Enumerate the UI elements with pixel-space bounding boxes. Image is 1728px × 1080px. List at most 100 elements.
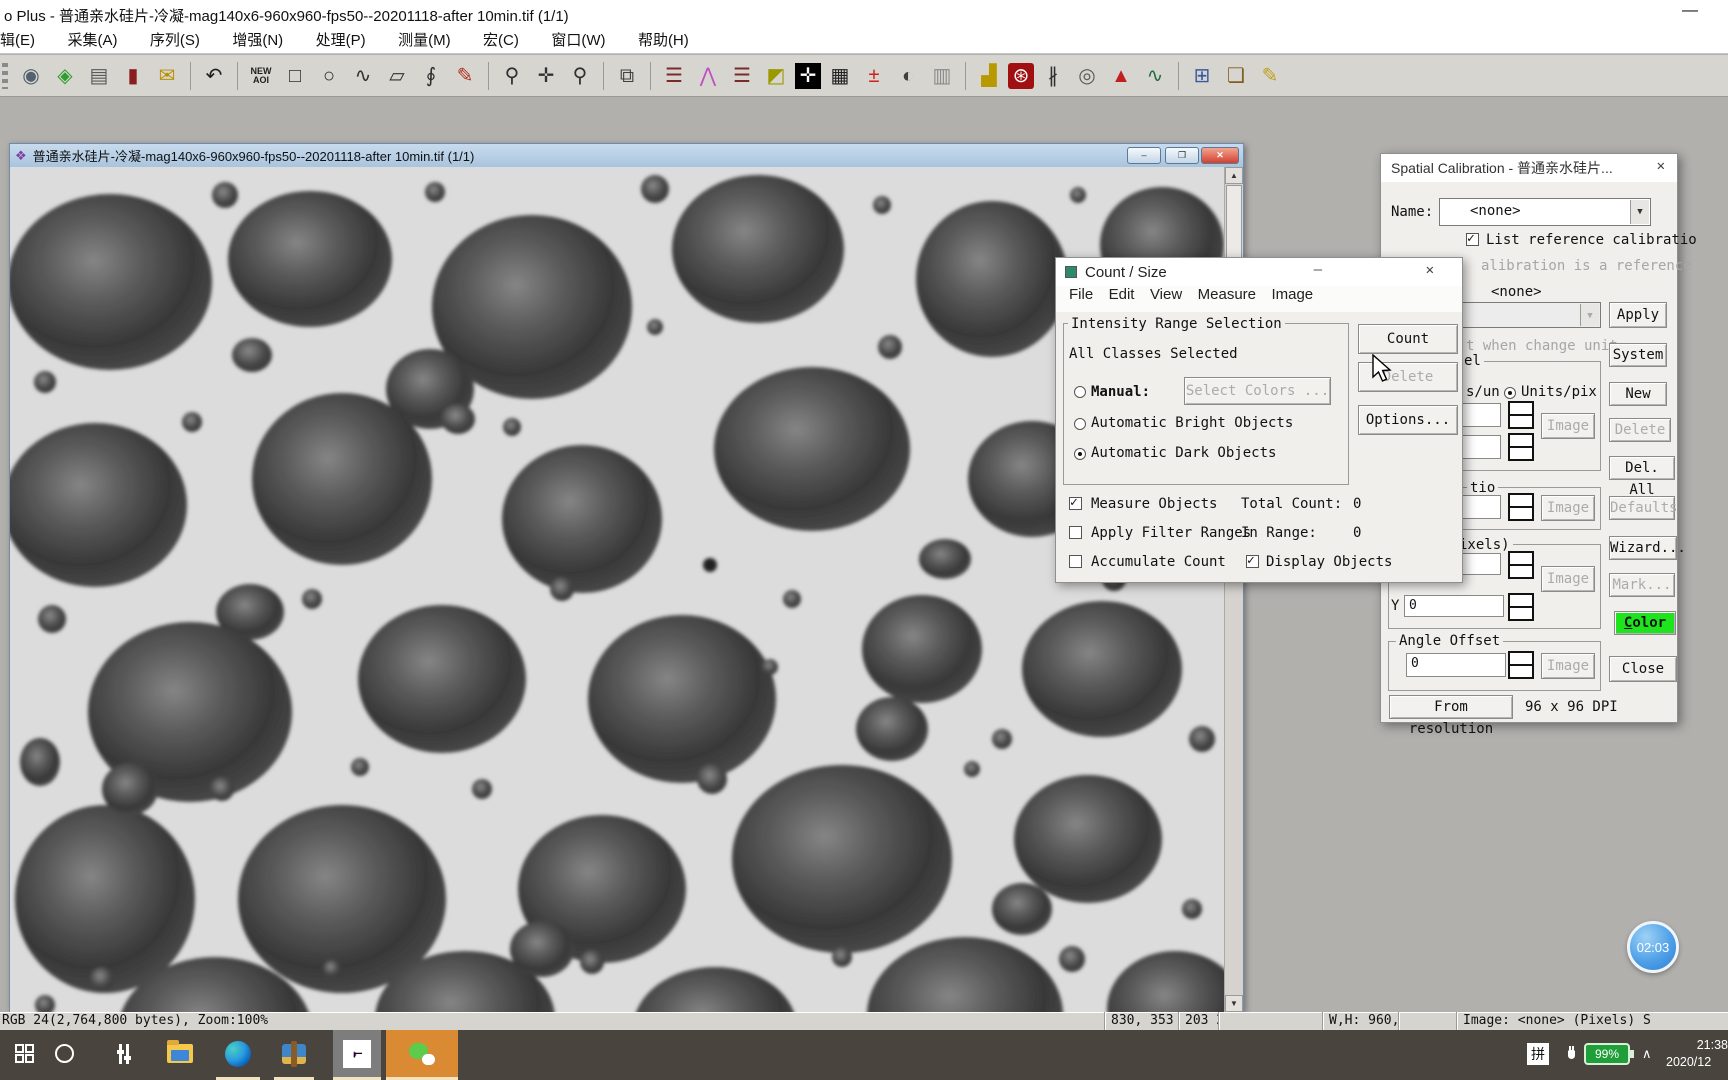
image-minimize-button[interactable]: ‒ [1127, 147, 1161, 164]
origin-y-spinner[interactable] [1508, 593, 1534, 621]
count-size-minimize-icon[interactable]: — [1314, 262, 1322, 278]
color-button[interactable]: Color [1614, 611, 1676, 635]
explorer-icon[interactable] [156, 1030, 204, 1077]
scroll-up-icon[interactable]: ▲ [1225, 167, 1243, 184]
wechat-icon[interactable] [386, 1030, 458, 1077]
notes-icon[interactable]: ❏ [1221, 61, 1251, 91]
contrast-icon[interactable]: ☰ [659, 61, 689, 91]
origin-x-spinner[interactable] [1508, 551, 1534, 579]
math-icon[interactable]: ± [859, 61, 889, 91]
bag-app-icon[interactable] [272, 1030, 316, 1077]
pencil-icon[interactable]: ✎ [450, 61, 480, 91]
polygon-aoi-icon[interactable]: ▱ [382, 61, 412, 91]
record-timer-badge[interactable]: 02:03 [1627, 921, 1679, 973]
apply-button[interactable]: Apply [1609, 302, 1667, 328]
annotate-icon[interactable]: ✎ [1255, 61, 1285, 91]
menu-sequence[interactable]: 序列(S) [150, 28, 200, 53]
strip-icon[interactable]: ▥ [927, 61, 957, 91]
image-restore-button[interactable]: ❐ [1165, 147, 1199, 164]
camera-icon[interactable]: ◉ [16, 61, 46, 91]
menu-window[interactable]: 窗口(W) [551, 28, 605, 53]
ellipse-aoi-icon[interactable]: ○ [314, 61, 344, 91]
print-icon[interactable]: ▤ [84, 61, 114, 91]
manual-radio[interactable] [1074, 386, 1086, 398]
spatial-titlebar[interactable]: Spatial Calibration - 普通亲水硅片... [1381, 154, 1677, 182]
count-size-titlebar[interactable]: Count / Size [1056, 258, 1462, 286]
unit-x-spinner[interactable] [1508, 401, 1534, 429]
crosshair-icon[interactable]: ✛ [795, 62, 821, 89]
book-icon[interactable]: ▮ [118, 61, 148, 91]
angle-field[interactable]: 0 [1406, 653, 1506, 677]
chart-icon[interactable]: ▟ [974, 61, 1004, 91]
mail-icon[interactable]: ✉ [152, 61, 182, 91]
cs-menu-measure[interactable]: Measure [1198, 286, 1256, 303]
grid-icon[interactable]: ▦ [825, 61, 855, 91]
count-objects-icon[interactable]: ⊛ [1008, 62, 1034, 89]
tray-chevron-icon[interactable]: ∧ [1642, 1046, 1652, 1062]
clock[interactable]: 21:38 2020/12 [1666, 1037, 1728, 1071]
toolbar-grip[interactable] [2, 63, 8, 89]
accumulate-checkbox[interactable] [1069, 555, 1082, 568]
from-resolution-button[interactable]: From resolution [1389, 695, 1513, 737]
imagepro-icon[interactable]: ◗ ⌐ [333, 1030, 381, 1077]
chevron-down-icon[interactable]: ▼ [1630, 200, 1649, 224]
app-minimize-icon[interactable]: — [1682, 2, 1698, 20]
freehand-aoi-icon[interactable]: ∮ [416, 61, 446, 91]
menu-help[interactable]: 帮助(H) [638, 28, 689, 53]
unit-y-spinner[interactable] [1508, 433, 1534, 461]
system-button[interactable]: System [1609, 343, 1667, 367]
taskview-icon[interactable] [100, 1030, 148, 1077]
blend-icon[interactable]: ◐ [893, 61, 923, 91]
caliper-icon[interactable]: ∦ [1038, 61, 1068, 91]
cs-menu-view[interactable]: View [1150, 286, 1182, 303]
count-button[interactable]: Count [1358, 324, 1458, 354]
origin-y-field[interactable]: 0 [1404, 595, 1504, 617]
angle-spinner[interactable] [1508, 651, 1534, 679]
spatial-close-icon[interactable]: ✕ [1657, 158, 1665, 174]
cs-menu-image[interactable]: Image [1271, 286, 1313, 303]
snapshot-icon[interactable]: ◎ [1072, 61, 1102, 91]
cs-menu-file[interactable]: File [1069, 286, 1093, 303]
auto-bright-radio[interactable] [1074, 418, 1086, 430]
delete-all-button[interactable]: Del. All [1609, 456, 1675, 498]
wizard-button[interactable]: Wizard... [1609, 536, 1686, 560]
menu-enhance[interactable]: 增强(N) [232, 28, 283, 53]
undo-icon[interactable]: ↶ [199, 61, 229, 91]
units-per-pixel-radio[interactable] [1504, 387, 1516, 399]
macro-icon[interactable]: ⊞ [1187, 61, 1217, 91]
sequence-icon[interactable]: ⧉ [612, 61, 642, 91]
profile-icon[interactable]: ∿ [1140, 61, 1170, 91]
cortana-icon[interactable] [42, 1030, 86, 1077]
menu-macro[interactable]: 宏(C) [483, 28, 519, 53]
options-button[interactable]: Options... [1358, 405, 1458, 435]
start-icon[interactable] [2, 1030, 46, 1077]
new-button[interactable]: New [1609, 382, 1667, 406]
histogram-red-icon[interactable]: ▲ [1106, 61, 1136, 91]
edge-icon[interactable] [214, 1030, 262, 1077]
layers-icon[interactable]: ◩ [761, 61, 791, 91]
curve-aoi-icon[interactable]: ∿ [348, 61, 378, 91]
menu-measure[interactable]: 测量(M) [398, 28, 451, 53]
microscope-image[interactable] [10, 167, 1224, 1012]
cs-menu-edit[interactable]: Edit [1109, 286, 1135, 303]
ime-indicator[interactable]: 拼 [1527, 1043, 1549, 1065]
open-file-icon[interactable]: ◈ [50, 61, 80, 91]
calibration-name-select[interactable]: <none> ▼ [1439, 198, 1651, 226]
histogram-icon[interactable]: ⋀ [693, 61, 723, 91]
apply-filter-checkbox[interactable] [1069, 526, 1082, 539]
menu-edit[interactable]: 辑(E) [0, 28, 35, 53]
scroll-down-icon[interactable]: ▼ [1225, 995, 1243, 1012]
menu-acquire[interactable]: 采集(A) [67, 28, 117, 53]
list-reference-checkbox[interactable] [1466, 231, 1479, 246]
menu-process[interactable]: 处理(P) [316, 28, 366, 53]
battery-icon[interactable]: 99% [1584, 1043, 1634, 1065]
pan-icon[interactable]: ✛ [531, 61, 561, 91]
zoom-icon[interactable]: ⚲ [497, 61, 527, 91]
levels-icon[interactable]: ☰ [727, 61, 757, 91]
new-aoi-icon[interactable]: NEW AOI [246, 61, 276, 91]
close-button[interactable]: Close [1609, 656, 1677, 682]
rect-aoi-icon[interactable]: □ [280, 61, 310, 91]
image-window-titlebar[interactable]: ❖ 普通亲水硅片-冷凝-mag140x6-960x960-fps50--2020… [10, 144, 1243, 167]
zoom-select-icon[interactable]: ⚲ [565, 61, 595, 91]
count-size-close-icon[interactable]: ✕ [1426, 262, 1434, 278]
